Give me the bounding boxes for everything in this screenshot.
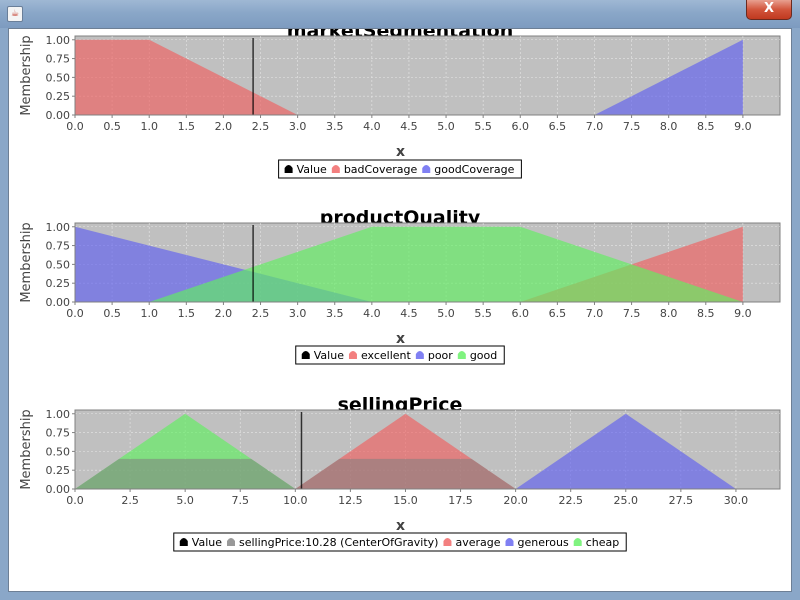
y-tick-label: 0.50	[46, 445, 71, 458]
legend-item-goodCoverage: goodCoverage	[434, 163, 514, 176]
y-tick-label: 0.00	[46, 483, 71, 496]
legend-item-generous: generous	[518, 536, 569, 549]
legend-item-Value: Value	[192, 536, 222, 549]
y-tick-label: 1.00	[46, 408, 71, 421]
legend-item-sellingPrice:10.28 (CenterOfGravity): sellingPrice:10.28 (CenterOfGravity)	[239, 536, 438, 549]
x-tick-label: 7.0	[586, 120, 604, 133]
x-tick-label: 6.5	[549, 120, 567, 133]
x-tick-label: 3.0	[289, 307, 307, 320]
legend-item-Value: Value	[297, 163, 327, 176]
x-tick-label: 27.5	[669, 494, 694, 507]
chart-sellingPrice: sellingPrice0.0 2.5 5.0 7.5 10.0 12.5 15.0 17.5…	[19, 394, 781, 552]
close-button[interactable]: X	[746, 0, 792, 20]
chart-marketSegmentation: marketSegmentation0.00.51.01.52.02.53.03…	[19, 20, 781, 179]
y-tick-label: 0.25	[46, 277, 71, 290]
x-tick-label: 4.0	[363, 120, 381, 133]
x-tick-label: 5.0	[437, 307, 455, 320]
x-tick-label: 20.0	[503, 494, 528, 507]
x-tick-label: 5.5	[474, 120, 492, 133]
window-titlebar: ☕ X	[0, 0, 800, 28]
window-frame-right	[792, 28, 800, 592]
y-tick-label: 0.75	[46, 240, 71, 253]
x-axis-label: x	[396, 144, 405, 160]
x-tick-label: 7.5	[231, 494, 249, 507]
x-tick-label: 2.5	[252, 307, 270, 320]
chart-productQuality: productQuality0.0 0.5 1.0 1.5 2.0 2.5 3.0 3.5 4.…	[19, 207, 781, 365]
y-axis-label: Membership	[19, 222, 34, 302]
x-tick-label: 7.5	[623, 307, 641, 320]
x-tick-label: 12.5	[338, 494, 363, 507]
x-tick-label: 1.0	[140, 307, 158, 320]
y-tick-label: 0.50	[46, 71, 71, 84]
x-tick-label: 10.0	[283, 494, 308, 507]
y-tick-label: 0.50	[46, 258, 71, 271]
x-tick-label: 1.5	[178, 307, 196, 320]
x-tick-label: 8.0	[660, 307, 678, 320]
y-tick-label: 1.00	[46, 221, 71, 234]
legend-item-cheap: cheap	[586, 536, 620, 549]
legend-item-average: average	[455, 536, 500, 549]
x-tick-label: 0.5	[103, 307, 121, 320]
y-tick-label: 0.00	[46, 109, 71, 122]
y-tick-label: 0.25	[46, 90, 71, 103]
legend-item-poor: poor	[428, 349, 453, 362]
x-tick-label: 1.0	[140, 120, 158, 133]
x-tick-label: 17.5	[448, 494, 473, 507]
x-tick-label: 30.0	[724, 494, 749, 507]
y-tick-label: 0.75	[46, 53, 71, 66]
y-tick-label: 0.25	[46, 464, 71, 477]
x-tick-label: 4.5	[400, 307, 418, 320]
x-axis-label: x	[396, 331, 405, 347]
x-tick-label: 2.5	[121, 494, 139, 507]
chart-panel: marketSegmentation0.00.51.01.52.02.53.03…	[8, 20, 792, 592]
y-tick-label: 0.00	[46, 296, 71, 309]
x-tick-label: 8.0	[660, 120, 678, 133]
legend-item-Value: Value	[314, 349, 344, 362]
y-tick-label: 1.00	[46, 34, 71, 47]
x-tick-label: 2.0	[215, 120, 233, 133]
x-tick-label: 5.0	[176, 494, 194, 507]
legend-item-badCoverage: badCoverage	[344, 163, 418, 176]
x-tick-label: 7.0	[586, 307, 604, 320]
java-icon: ☕	[7, 6, 23, 22]
window-frame-bottom	[0, 592, 800, 600]
x-tick-label: 2.0	[215, 307, 233, 320]
x-tick-label: 7.5	[623, 120, 641, 133]
x-tick-label: 22.5	[558, 494, 583, 507]
x-tick-label: 9.0	[734, 307, 752, 320]
y-axis-label: Membership	[19, 409, 34, 489]
x-tick-label: 1.5	[178, 120, 196, 133]
x-tick-label: 9.0	[734, 120, 752, 133]
x-tick-label: 3.5	[326, 307, 344, 320]
x-tick-label: 6.0	[512, 307, 530, 320]
x-tick-label: 3.0	[289, 120, 307, 133]
x-tick-label: 4.0	[363, 307, 381, 320]
legend-item-good: good	[470, 349, 497, 362]
x-tick-label: 25.0	[614, 494, 639, 507]
y-axis-label: Membership	[19, 35, 34, 115]
x-tick-label: 0.5	[103, 120, 121, 133]
x-tick-label: 2.5	[252, 120, 270, 133]
x-tick-label: 6.0	[512, 120, 530, 133]
x-tick-label: 6.5	[549, 307, 567, 320]
y-tick-label: 0.75	[46, 427, 71, 440]
x-tick-label: 3.5	[326, 120, 344, 133]
x-tick-label: 5.0	[437, 120, 455, 133]
legend-item-excellent: excellent	[361, 349, 412, 362]
charts-svg: marketSegmentation0.00.51.01.52.02.53.03…	[19, 20, 781, 552]
x-tick-label: 5.5	[474, 307, 492, 320]
x-tick-label: 15.0	[393, 494, 418, 507]
x-tick-label: 8.5	[697, 307, 715, 320]
x-tick-label: 4.5	[400, 120, 418, 133]
x-tick-label: 8.5	[697, 120, 715, 133]
window-frame-left	[0, 28, 8, 592]
x-axis-label: x	[396, 518, 405, 534]
